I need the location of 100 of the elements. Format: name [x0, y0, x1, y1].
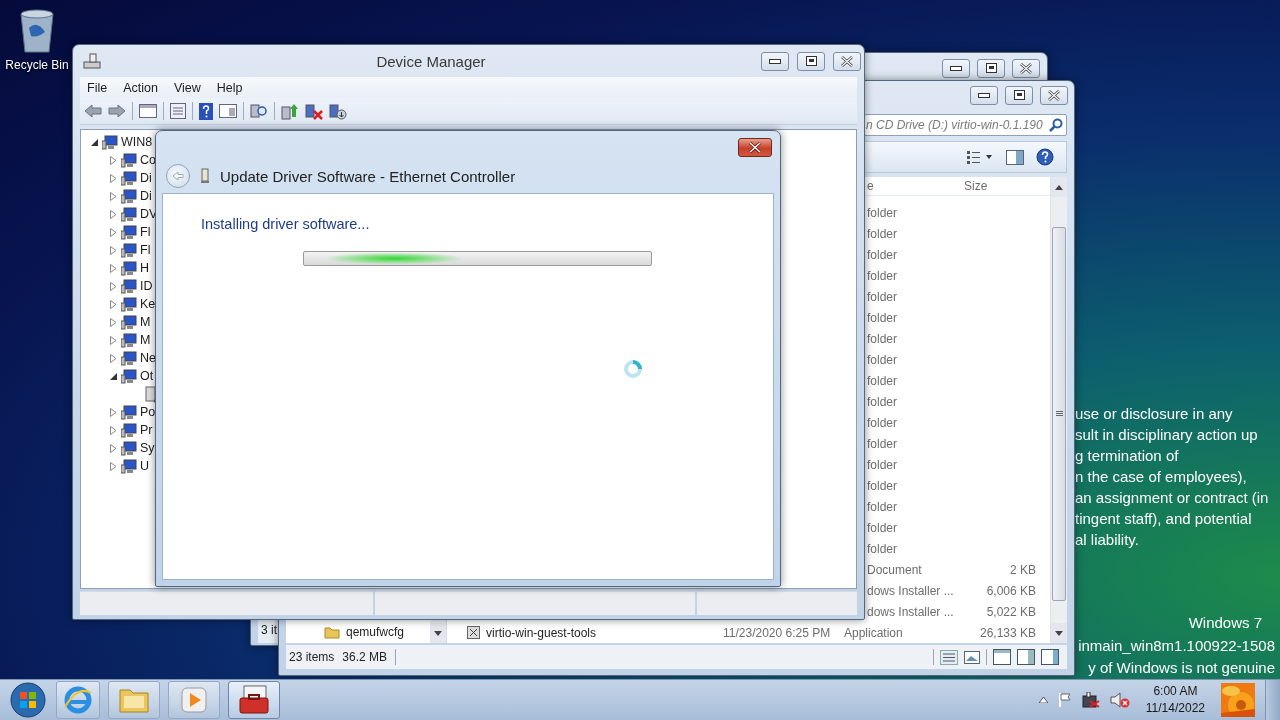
preview-pane-icon[interactable]: [1006, 149, 1024, 165]
layout-icon[interactable]: [993, 649, 1011, 665]
network-error-icon[interactable]: [1081, 692, 1100, 708]
forward-arrow-icon[interactable]: [108, 104, 126, 118]
tree-item[interactable]: Po: [140, 405, 156, 419]
device-icon: [121, 278, 137, 294]
dialog-title: Update Driver Software - Ethernet Controller: [220, 167, 516, 185]
tree-item[interactable]: M: [140, 333, 151, 347]
tree-item[interactable]: H: [140, 261, 150, 275]
folder-icon: [118, 686, 150, 714]
close-button[interactable]: [1012, 58, 1040, 78]
maximize-button[interactable]: [797, 51, 825, 71]
minimize-button[interactable]: [942, 58, 970, 78]
tree-item[interactable]: Di: [140, 171, 152, 185]
clock-time[interactable]: 6:00 AM: [1153, 683, 1198, 700]
tree-item[interactable]: Fl: [140, 243, 151, 257]
uninstall-icon[interactable]: [305, 102, 323, 120]
close-icon: [841, 55, 853, 67]
table-cell-text: folder: [866, 310, 899, 325]
tree-item[interactable]: Co: [140, 153, 156, 167]
minimize-icon: [769, 58, 781, 64]
layout-icon[interactable]: [1041, 649, 1059, 665]
show-hidden-icons[interactable]: [1038, 697, 1048, 703]
tree-item[interactable]: Ke: [140, 297, 156, 311]
minimize-button[interactable]: [761, 51, 789, 71]
menu-item[interactable]: Help: [209, 78, 250, 97]
maximize-icon: [1013, 90, 1025, 100]
tree-item[interactable]: Pr: [140, 423, 153, 437]
maximize-button[interactable]: [977, 58, 1005, 78]
close-button[interactable]: [1040, 85, 1068, 105]
scan-hardware-icon[interactable]: [250, 103, 268, 119]
start-button[interactable]: [8, 680, 48, 720]
device-icon: [121, 260, 137, 276]
tree-item[interactable]: Di: [140, 189, 152, 203]
device-icon: [121, 170, 137, 186]
scroll-down-icon[interactable]: [1055, 630, 1063, 636]
nav-item[interactable]: qemufwcfg: [346, 624, 405, 639]
expander-icon[interactable]: [109, 371, 118, 381]
device-icon: [121, 404, 137, 420]
table-cell-text: folder: [866, 226, 899, 241]
tree-item[interactable]: ID: [140, 279, 153, 293]
tree-item[interactable]: M: [140, 315, 151, 329]
table-cell-text: folder: [866, 457, 899, 472]
layout-icon[interactable]: [1017, 649, 1035, 665]
speaker-muted-icon[interactable]: [1109, 692, 1130, 708]
file-name[interactable]: virtio-win-guest-tools: [486, 625, 597, 640]
table-cell-text: folder: [866, 373, 899, 388]
back-arrow-icon: [172, 171, 184, 181]
maximize-button[interactable]: [1005, 85, 1033, 105]
tree-item[interactable]: WIN8: [121, 135, 153, 149]
action-pane-icon[interactable]: [219, 104, 237, 118]
tree-item[interactable]: U: [140, 459, 150, 473]
tree-item[interactable]: Sy: [140, 441, 155, 455]
properties-icon[interactable]: [170, 103, 186, 119]
minimize-icon: [950, 65, 962, 71]
flag-icon[interactable]: [1057, 692, 1072, 708]
tree-item[interactable]: Ot: [140, 369, 154, 383]
help-icon[interactable]: [199, 102, 213, 120]
minimize-button[interactable]: [970, 85, 998, 105]
notice-text: use or disclosure in any sult in disciplinary action up g termination of n the case of employees), an assignment or contract (in tingent staff), and potential al liability.: [1075, 404, 1269, 550]
device-icon: [121, 224, 137, 240]
update-driver-icon[interactable]: [281, 102, 299, 120]
status-message: Installing driver software...: [201, 216, 370, 232]
back-arrow-icon[interactable]: [84, 104, 102, 118]
menu-item[interactable]: File: [80, 78, 115, 97]
folder-icon: [324, 624, 340, 639]
device-icon: [121, 242, 137, 258]
taskbar-button[interactable]: [228, 681, 280, 719]
close-button[interactable]: [833, 51, 861, 71]
installer-icon: [467, 626, 480, 639]
search-icon: [1049, 118, 1063, 132]
clock-date[interactable]: 11/14/2022: [1145, 700, 1205, 717]
table-cell-text: folder: [866, 520, 899, 535]
scroll-up-icon[interactable]: [1055, 184, 1063, 190]
expander-icon[interactable]: [90, 137, 99, 147]
views-icon[interactable]: [966, 150, 994, 164]
menu-item[interactable]: Action: [116, 78, 165, 97]
column-header[interactable]: Size: [956, 179, 1036, 193]
close-icon: [1048, 89, 1060, 101]
console-tree-icon[interactable]: [139, 104, 157, 118]
help-icon[interactable]: [1036, 148, 1054, 166]
tree-item[interactable]: Fl: [140, 225, 151, 239]
device-icon: [121, 206, 137, 222]
close-button[interactable]: [738, 138, 772, 157]
play-icon: [180, 686, 208, 714]
disable-device-icon[interactable]: [329, 102, 347, 120]
details-view-icon[interactable]: [940, 649, 958, 665]
computer-icon: [102, 134, 118, 150]
scroll-down-icon[interactable]: [434, 630, 442, 636]
recycle-bin-icon[interactable]: [17, 6, 57, 54]
desktop-icon-label[interactable]: Recycle Bin: [5, 58, 69, 72]
item-count: 23 items: [289, 650, 335, 664]
table-cell-text: folder: [866, 331, 899, 346]
search-field[interactable]: n CD Drive (D:) virtio-win-0.1.190: [864, 114, 1067, 136]
menu-item[interactable]: View: [166, 78, 208, 97]
scrollbar-thumb[interactable]: [1052, 227, 1066, 601]
total-size: 36.2 MB: [342, 650, 388, 664]
tree-item[interactable]: Ne: [140, 351, 156, 365]
thumbnail-view-icon[interactable]: [964, 650, 980, 664]
table-cell-text: folder: [866, 478, 899, 493]
